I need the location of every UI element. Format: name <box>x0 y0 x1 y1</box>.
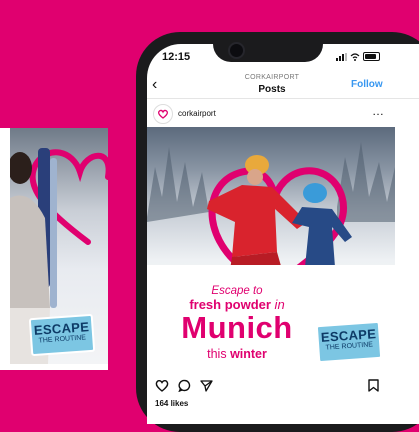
signal-icon <box>336 52 347 61</box>
page-title: Posts <box>258 84 286 95</box>
more-dots-icon[interactable]: … <box>372 104 385 118</box>
battery-icon <box>363 52 380 61</box>
share-icon[interactable] <box>200 379 213 392</box>
wifi-icon <box>350 52 360 61</box>
side-post-card: ESCAPE THE ROUTINE <box>0 128 108 370</box>
headline-this: this <box>207 347 231 361</box>
post-author-name[interactable]: corkairport <box>178 109 216 118</box>
heart-logo-icon <box>157 109 169 119</box>
post-actions <box>155 379 213 392</box>
bookmark-icon[interactable] <box>368 379 379 392</box>
avatar[interactable] <box>153 104 173 124</box>
post-image[interactable]: Escape to fresh powder in Munich this wi… <box>147 127 395 371</box>
header-divider <box>147 98 419 99</box>
likes-count[interactable]: 164 likes <box>155 399 188 408</box>
follow-button[interactable]: Follow <box>351 79 383 90</box>
chevron-left-icon[interactable]: ‹ <box>152 76 157 94</box>
heart-icon[interactable] <box>155 379 169 392</box>
status-icons <box>336 52 380 61</box>
headline-winter: winter <box>230 347 267 361</box>
headline-line-1: Escape to <box>211 285 263 297</box>
headline-line-4: this winter <box>157 347 317 361</box>
headline-destination: Munich <box>181 310 293 345</box>
camera-icon <box>228 42 245 59</box>
escape-badge: ESCAPE THE ROUTINE <box>315 320 383 364</box>
status-time: 12:15 <box>162 51 191 63</box>
account-name: CORKAIRPORT <box>244 74 300 81</box>
escape-badge: ESCAPE THE ROUTINE <box>28 313 96 357</box>
comment-icon[interactable] <box>178 379 191 392</box>
